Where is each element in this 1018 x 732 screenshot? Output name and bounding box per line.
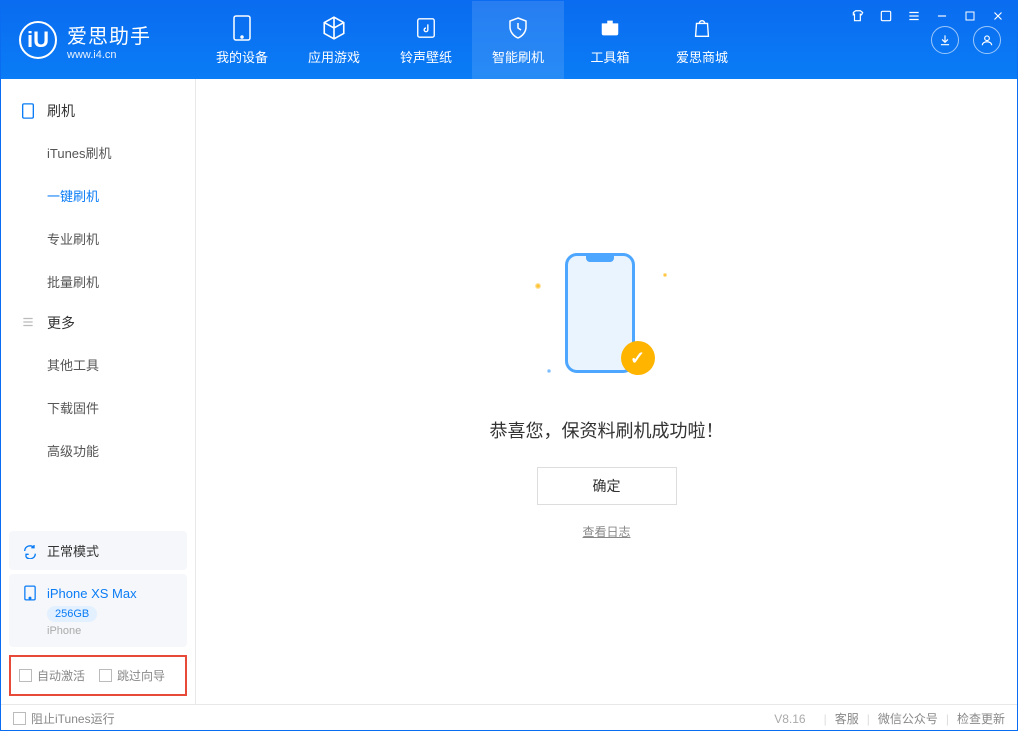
footer: 阻止iTunes运行 V8.16 | 客服 | 微信公众号 | 检查更新 (1, 704, 1017, 732)
sidebar: 刷机 iTunes刷机 一键刷机 专业刷机 批量刷机 更多 其他工具 下载固件 … (1, 79, 196, 704)
device-card[interactable]: iPhone XS Max 256GB iPhone (9, 574, 187, 647)
device-storage: 256GB (47, 606, 97, 622)
menu-icon[interactable] (904, 6, 924, 26)
download-button[interactable] (931, 26, 959, 54)
device-name: iPhone XS Max (47, 586, 137, 601)
tab-label: 我的设备 (216, 47, 268, 66)
sidebar-item-pro-flash[interactable]: 专业刷机 (1, 217, 195, 260)
mode-label: 正常模式 (47, 541, 99, 560)
phone-icon (21, 103, 37, 119)
footer-link-wechat[interactable]: 微信公众号 (878, 710, 938, 727)
tab-label: 智能刷机 (492, 47, 544, 66)
sidebar-section-label: 刷机 (47, 101, 75, 121)
sidebar-item-other-tools[interactable]: 其他工具 (1, 343, 195, 386)
checkbox-auto-activate[interactable]: 自动激活 (19, 667, 85, 684)
device-icon (229, 15, 255, 41)
success-illustration: ✓ (517, 243, 697, 393)
sidebar-section-label: 更多 (47, 313, 75, 333)
toolbox-icon (597, 15, 623, 41)
checkbox-block-itunes[interactable]: 阻止iTunes运行 (13, 710, 115, 727)
app-subtitle: www.i4.cn (67, 49, 151, 61)
footer-link-support[interactable]: 客服 (835, 710, 859, 727)
tab-store[interactable]: 爱思商城 (656, 1, 748, 79)
bag-icon (689, 15, 715, 41)
version-label: V8.16 (774, 712, 805, 726)
sidebar-section-flash: 刷机 (1, 91, 195, 131)
highlighted-options: 自动激活 跳过向导 (9, 655, 187, 696)
list-icon (21, 315, 37, 331)
sidebar-section-more: 更多 (1, 303, 195, 343)
checkbox-label: 自动激活 (37, 667, 85, 684)
sidebar-item-download-firmware[interactable]: 下载固件 (1, 386, 195, 429)
tab-ringtones[interactable]: 铃声壁纸 (380, 1, 472, 79)
main-content: ✓ 恭喜您，保资料刷机成功啦！ 确定 查看日志 (196, 79, 1017, 704)
user-button[interactable] (973, 26, 1001, 54)
tab-label: 铃声壁纸 (400, 47, 452, 66)
checkbox-label: 跳过向导 (117, 667, 165, 684)
shield-icon (505, 15, 531, 41)
app-title: 爱思助手 (67, 20, 151, 49)
sidebar-item-advanced[interactable]: 高级功能 (1, 429, 195, 472)
tab-flash[interactable]: 智能刷机 (472, 1, 564, 79)
checkbox-label: 阻止iTunes运行 (31, 710, 115, 727)
cube-icon (321, 15, 347, 41)
tab-label: 工具箱 (590, 47, 629, 66)
device-type: iPhone (47, 625, 175, 637)
tshirt-icon[interactable] (848, 6, 868, 26)
maximize-icon[interactable] (960, 6, 980, 26)
footer-link-update[interactable]: 检查更新 (957, 710, 1005, 727)
sync-icon (21, 542, 39, 560)
music-icon (413, 15, 439, 41)
confirm-button[interactable]: 确定 (537, 467, 677, 505)
logo-icon: iU (19, 21, 57, 59)
app-logo: iU 爱思助手 www.i4.cn (1, 20, 196, 61)
success-message: 恭喜您，保资料刷机成功啦！ (490, 417, 724, 443)
sidebar-item-itunes-flash[interactable]: iTunes刷机 (1, 131, 195, 174)
tab-my-device[interactable]: 我的设备 (196, 1, 288, 79)
tab-apps[interactable]: 应用游戏 (288, 1, 380, 79)
nav-tabs: 我的设备 应用游戏 铃声壁纸 智能刷机 工具箱 爱思商城 (196, 1, 748, 79)
mode-indicator[interactable]: 正常模式 (9, 531, 187, 570)
close-icon[interactable] (988, 6, 1008, 26)
checkbox-skip-guide[interactable]: 跳过向导 (99, 667, 165, 684)
feedback-icon[interactable] (876, 6, 896, 26)
view-log-link[interactable]: 查看日志 (582, 523, 630, 540)
tab-label: 爱思商城 (676, 47, 728, 66)
phone-icon (21, 584, 39, 602)
sidebar-item-batch-flash[interactable]: 批量刷机 (1, 260, 195, 303)
sidebar-item-oneclick-flash[interactable]: 一键刷机 (1, 174, 195, 217)
checkmark-icon: ✓ (621, 341, 655, 375)
tab-label: 应用游戏 (308, 47, 360, 66)
minimize-icon[interactable] (932, 6, 952, 26)
window-controls (848, 6, 1008, 26)
tab-toolbox[interactable]: 工具箱 (564, 1, 656, 79)
